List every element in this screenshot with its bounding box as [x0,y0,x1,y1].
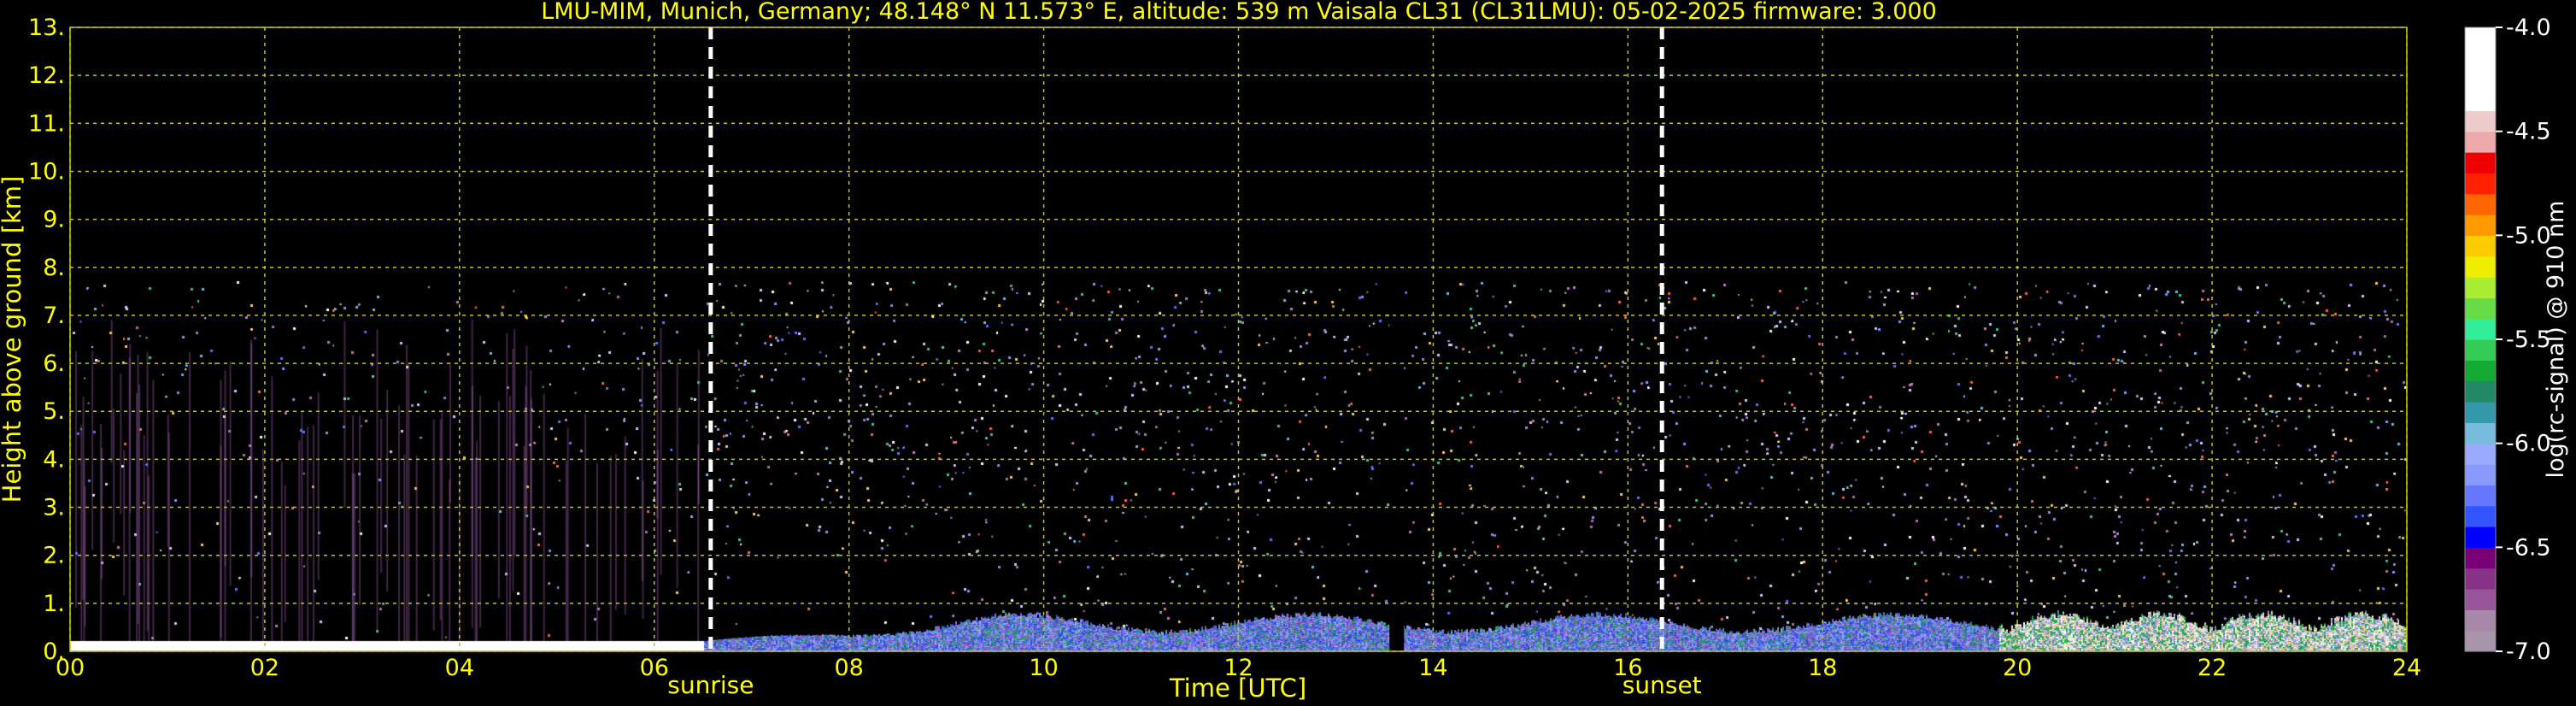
colorbar-swatch [2465,256,2496,278]
y-tick-label: 10. [28,158,65,185]
colorbar-label: log(rc-signal) @ 910 nm [2543,201,2569,479]
colorbar-swatch [2465,339,2496,361]
colorbar-swatch [2465,235,2496,257]
x-tick-label: 20 [2003,655,2032,681]
y-tick-label: 7. [43,303,65,329]
colorbar-swatch [2465,464,2496,485]
y-tick-label: 4. [43,446,65,473]
y-axis-ticks: 0.1.2.3.4.5.6.7.8.9.10.11.12.13. [28,15,65,665]
y-tick-label: 2. [43,543,65,569]
x-axis-label: Time [UTC] [1169,674,1306,703]
colorbar-swatch [2465,547,2496,569]
y-tick-label: 5. [43,398,65,425]
colorbar-swatch [2465,609,2496,632]
y-tick-label: 3. [43,495,65,521]
colorbar-swatch [2465,568,2496,590]
x-tick-label: 00 [56,655,85,681]
colorbar-swatch [2465,131,2496,153]
colorbar-swatch [2465,27,2496,49]
colorbar-swatch [2465,110,2496,132]
colorbar-tick-label: -6.5 [2506,534,2551,561]
x-tick-label: 04 [445,655,474,681]
x-tick-label: 18 [1808,655,1837,681]
x-tick-label: 24 [2392,655,2421,681]
colorbar-swatch [2465,630,2496,652]
colorbar-swatch [2465,443,2496,465]
y-tick-label: 1. [43,591,65,617]
x-tick-label: 08 [834,655,863,681]
y-tick-label: 12. [28,62,65,89]
y-tick-label: 9. [43,207,65,233]
colorbar-swatch [2465,505,2496,527]
y-tick-label: 11. [28,110,65,137]
colorbar-swatch [2465,193,2496,215]
colorbar-swatch [2465,173,2496,195]
colorbar-swatch [2465,48,2496,70]
colorbar-swatch [2465,360,2496,382]
colorbar-swatch [2465,589,2496,610]
plot-area [69,26,2408,652]
colorbar-swatch [2465,527,2496,548]
sunset-label: sunset [1622,671,1702,699]
chart-title: LMU-MIM, Munich, Germany; 48.148° N 11.5… [541,0,1937,25]
colorbar-swatch [2465,90,2496,111]
colorbar-swatch [2465,380,2496,403]
colorbar-tick-label: -4.5 [2506,119,2551,145]
colorbar-swatch [2465,277,2496,298]
colorbar-swatch [2465,318,2496,340]
x-tick-label: 22 [2198,655,2227,681]
y-tick-label: 13. [28,15,65,41]
colorbar-swatch [2465,152,2496,174]
colorbar-swatch [2465,68,2496,91]
y-tick-label: 8. [43,255,65,281]
y-axis-label: Height above ground [km] [0,176,26,503]
colorbar-swatch [2465,485,2496,507]
sunrise-label: sunrise [667,671,754,699]
colorbar-swatch [2465,297,2496,320]
colorbar: -4.0-4.5-5.0-5.5-6.0-6.5-7.0 [2464,15,2551,665]
x-tick-label: 06 [640,655,669,681]
x-tick-label: 02 [250,655,279,681]
y-tick-label: 6. [43,350,65,377]
colorbar-swatch [2465,422,2496,444]
colorbar-tick-label: -4.0 [2506,15,2551,41]
x-tick-label: 14 [1418,655,1447,681]
colorbar-swatch [2465,215,2496,236]
ceilometer-chart: LMU-MIM, Munich, Germany; 48.148° N 11.5… [0,0,2569,703]
colorbar-swatch [2465,402,2496,423]
x-tick-label: 10 [1029,655,1058,681]
colorbar-tick-label: -7.0 [2506,638,2551,665]
